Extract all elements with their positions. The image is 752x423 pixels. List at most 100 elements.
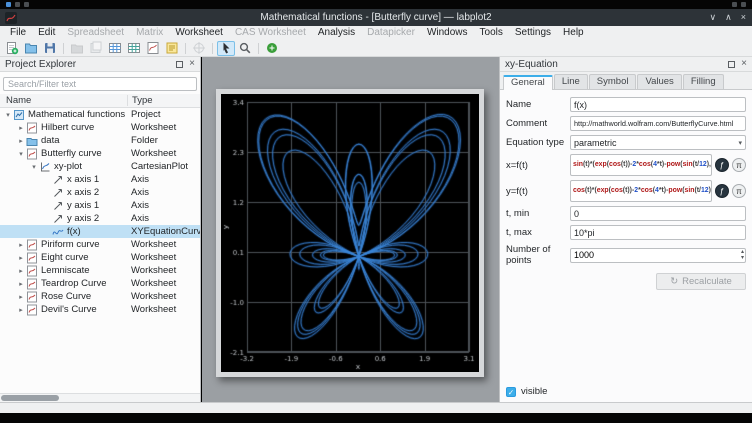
equation-form: Name Comment Equation type parametric ▾ …: [500, 90, 752, 402]
tray-icon[interactable]: [15, 2, 20, 7]
toolbar-separator: [258, 43, 259, 54]
tree-row-x-axis-1[interactable]: x axis 1Axis: [0, 173, 200, 186]
insert-function-button[interactable]: ƒ: [715, 184, 729, 198]
tree-row-mathematical-functions[interactable]: ▾Mathematical functionsProject: [0, 108, 200, 121]
tree-row-piriform-curve[interactable]: ▸Piriform curveWorksheet: [0, 238, 200, 251]
menu-file[interactable]: File: [4, 26, 32, 40]
recalculate-button[interactable]: ↻ Recalculate: [656, 273, 746, 290]
expand-icon[interactable]: ▸: [16, 254, 26, 262]
visible-checkbox[interactable]: ✓: [506, 387, 516, 397]
expand-icon[interactable]: ▸: [16, 267, 26, 275]
y-equation-field[interactable]: cos(t)*(exp(cos(t))-2*cos(4*t)-pow(sin(t…: [570, 180, 712, 202]
worksheet-icon: [26, 304, 40, 316]
close-button[interactable]: ×: [741, 9, 746, 26]
new-datapicker-button[interactable]: [190, 41, 208, 56]
insert-function-button[interactable]: ƒ: [715, 158, 729, 172]
insert-constant-button[interactable]: π: [732, 184, 746, 198]
new-folder-button[interactable]: [68, 41, 86, 56]
expand-icon[interactable]: ▸: [16, 293, 26, 301]
tree-row-teardrop-curve[interactable]: ▸Teardrop CurveWorksheet: [0, 277, 200, 290]
new-matrix-button[interactable]: [125, 41, 143, 56]
new-spreadsheet-button[interactable]: [106, 41, 124, 56]
open-project-button[interactable]: [22, 41, 40, 56]
tree-row-rose-curve[interactable]: ▸Rose CurveWorksheet: [0, 290, 200, 303]
menu-tools[interactable]: Tools: [474, 26, 509, 40]
t-min-input[interactable]: [570, 206, 746, 221]
tree-row-hilbert-curve[interactable]: ▸Hilbert curveWorksheet: [0, 121, 200, 134]
equation-type-select[interactable]: parametric ▾: [570, 135, 746, 150]
menu-worksheet[interactable]: Worksheet: [169, 26, 229, 40]
points-input[interactable]: [574, 250, 741, 260]
tray-icon[interactable]: [24, 2, 29, 7]
tab-symbol[interactable]: Symbol: [589, 74, 637, 89]
float-panel-icon[interactable]: [176, 61, 183, 68]
expand-icon[interactable]: ▸: [16, 137, 26, 145]
spin-down-icon[interactable]: ▾: [741, 255, 744, 261]
tree-row-f-x[interactable]: f(x)XYEquationCurve: [0, 225, 200, 238]
tree-row-y-axis-2[interactable]: y axis 2Axis: [0, 212, 200, 225]
project-icon: [13, 109, 25, 121]
tray-icon[interactable]: [732, 2, 737, 7]
collapse-icon[interactable]: ▾: [16, 150, 26, 158]
menu-analysis[interactable]: Analysis: [312, 26, 361, 40]
butterfly-plot[interactable]: [221, 94, 479, 372]
column-header-name[interactable]: Name: [0, 95, 127, 106]
green-circle-icon: [265, 41, 279, 55]
tree-row-butterfly-curve[interactable]: ▾Butterfly curveWorksheet: [0, 147, 200, 160]
search-filter-input[interactable]: [3, 77, 197, 91]
save-project-button[interactable]: [41, 41, 59, 56]
expand-icon[interactable]: ▸: [16, 280, 26, 288]
tree-row-x-axis-2[interactable]: x axis 2Axis: [0, 186, 200, 199]
top-strip-right-icons: [732, 2, 746, 7]
visible-row: ✓ visible: [506, 386, 547, 397]
tab-line[interactable]: Line: [554, 74, 588, 89]
name-input[interactable]: [570, 97, 746, 112]
column-header-type[interactable]: Type: [127, 95, 200, 106]
menu-help[interactable]: Help: [557, 26, 590, 40]
tree-row-y-axis-1[interactable]: y axis 1Axis: [0, 199, 200, 212]
tab-values[interactable]: Values: [637, 74, 681, 89]
axis-icon: [52, 174, 64, 186]
insert-constant-button[interactable]: π: [732, 158, 746, 172]
menu-settings[interactable]: Settings: [509, 26, 557, 40]
folder-icon: [26, 135, 40, 147]
tray-icon[interactable]: [6, 2, 11, 7]
tree-row-eight-curve[interactable]: ▸Eight curveWorksheet: [0, 251, 200, 264]
fit-page-button[interactable]: [263, 41, 281, 56]
select-tool-button[interactable]: [217, 41, 235, 56]
new-workbook-button[interactable]: [87, 41, 105, 56]
tab-filling[interactable]: Filling: [683, 74, 724, 89]
tree-row-devil-s-curve[interactable]: ▸Devil's CurveWorksheet: [0, 303, 200, 316]
collapse-icon[interactable]: ▾: [29, 163, 39, 171]
maximize-button[interactable]: ∧: [725, 9, 732, 26]
new-project-button[interactable]: [3, 41, 21, 56]
menu-windows[interactable]: Windows: [421, 26, 474, 40]
tree-row-data[interactable]: ▸dataFolder: [0, 134, 200, 147]
tab-general[interactable]: General: [503, 75, 553, 90]
menu-edit[interactable]: Edit: [32, 26, 61, 40]
expand-icon[interactable]: ▸: [16, 124, 26, 132]
tray-icon[interactable]: [741, 2, 746, 7]
expand-icon[interactable]: ▸: [16, 241, 26, 249]
project-tree: ▾Mathematical functionsProject▸Hilbert c…: [0, 108, 200, 393]
t-max-input[interactable]: [570, 225, 746, 240]
tree-row-lemniscate[interactable]: ▸LemniscateWorksheet: [0, 264, 200, 277]
recalculate-label: Recalculate: [682, 276, 732, 287]
x-equation-field[interactable]: sin(t)*(exp(cos(t))-2*cos(4*t)-pow(sin(t…: [570, 154, 712, 176]
float-panel-icon[interactable]: [728, 61, 735, 68]
new-note-button[interactable]: [163, 41, 181, 56]
horizontal-scrollbar[interactable]: [0, 393, 200, 402]
new-worksheet-button[interactable]: [144, 41, 162, 56]
comment-input[interactable]: [570, 116, 746, 131]
points-spinbox[interactable]: ▴ ▾: [570, 248, 746, 263]
minimize-button[interactable]: ∨: [710, 9, 717, 26]
tree-row-xy-plot[interactable]: ▾xy-plotCartesianPlot: [0, 160, 200, 173]
scrollbar-thumb[interactable]: [1, 395, 59, 401]
zoom-tool-button[interactable]: [236, 41, 254, 56]
close-panel-icon[interactable]: ×: [189, 59, 195, 69]
expand-icon[interactable]: ▸: [16, 306, 26, 314]
collapse-icon[interactable]: ▾: [3, 111, 13, 119]
tree-item-type: Worksheet: [131, 239, 176, 250]
close-panel-icon[interactable]: ×: [741, 59, 747, 69]
tree-item-type: Worksheet: [131, 148, 176, 159]
